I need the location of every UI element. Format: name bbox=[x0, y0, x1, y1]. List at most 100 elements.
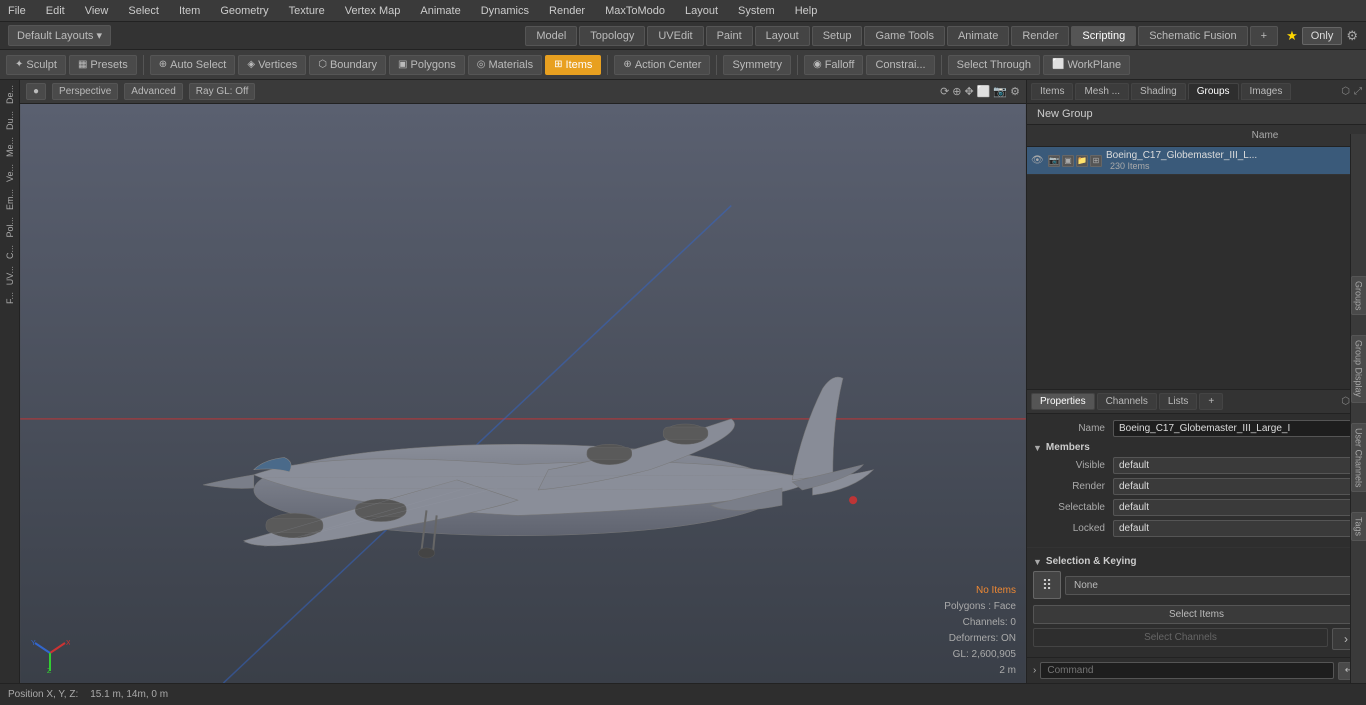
none-button[interactable]: None bbox=[1065, 576, 1360, 595]
menu-select[interactable]: Select bbox=[124, 5, 163, 17]
left-tool-uv[interactable]: UV... bbox=[4, 263, 16, 288]
menu-maxtomodo[interactable]: MaxToModo bbox=[601, 5, 669, 17]
constraints-button[interactable]: Constrai... bbox=[866, 55, 934, 75]
locked-dropdown[interactable]: default ▾ bbox=[1113, 520, 1360, 537]
sel-keying-toggle[interactable]: ▼ bbox=[1033, 557, 1042, 567]
falloff-button[interactable]: ◉ Falloff bbox=[804, 55, 864, 75]
tab-scripting[interactable]: Scripting bbox=[1071, 26, 1136, 46]
menu-bar: File Edit View Select Item Geometry Text… bbox=[0, 0, 1366, 22]
action-center-button[interactable]: ⊕ Action Center bbox=[614, 55, 710, 75]
materials-button[interactable]: ◎ Materials bbox=[468, 55, 542, 75]
tab-animate[interactable]: Animate bbox=[947, 26, 1009, 46]
viewport-mode-dot[interactable]: ● bbox=[26, 83, 46, 100]
left-tool-de[interactable]: De... bbox=[4, 82, 16, 107]
tab-game-tools[interactable]: Game Tools bbox=[864, 26, 945, 46]
tab-model[interactable]: Model bbox=[525, 26, 577, 46]
tab-schematic-fusion[interactable]: Schematic Fusion bbox=[1138, 26, 1247, 46]
viewport-icon-frame[interactable]: ⬜ bbox=[977, 85, 991, 98]
viewport-ray-gl[interactable]: Ray GL: Off bbox=[189, 83, 256, 100]
default-layouts-dropdown[interactable]: Default Layouts ▾ bbox=[8, 25, 111, 46]
tab-images[interactable]: Images bbox=[1241, 83, 1292, 100]
tab-mesh[interactable]: Mesh ... bbox=[1075, 83, 1129, 100]
left-tool-me[interactable]: Me... bbox=[4, 134, 16, 160]
tab-topology[interactable]: Topology bbox=[579, 26, 645, 46]
viewport-icon-settings[interactable]: ⚙ bbox=[1010, 85, 1020, 98]
viewport-icon-zoom[interactable]: ⊕ bbox=[952, 85, 961, 98]
items-button[interactable]: ⊞ Items bbox=[545, 55, 601, 75]
viewport-icon-camera[interactable]: 📷 bbox=[993, 85, 1007, 98]
keying-grid-icon[interactable]: ⠿ bbox=[1033, 571, 1061, 599]
left-tool-du[interactable]: Du... bbox=[4, 108, 16, 133]
left-tool-ve[interactable]: Ve... bbox=[4, 161, 16, 185]
polygons-button[interactable]: ▣ Polygons bbox=[389, 55, 465, 75]
render-dropdown[interactable]: default ▾ bbox=[1113, 478, 1360, 495]
boundary-button[interactable]: ⬡ Boundary bbox=[309, 55, 386, 75]
tab-layout[interactable]: Layout bbox=[755, 26, 810, 46]
tab-paint[interactable]: Paint bbox=[706, 26, 753, 46]
only-button[interactable]: Only bbox=[1302, 27, 1343, 45]
selectable-dropdown[interactable]: default ▾ bbox=[1113, 499, 1360, 516]
star-button[interactable]: ★ bbox=[1286, 28, 1298, 44]
menu-help[interactable]: Help bbox=[791, 5, 822, 17]
viewport-icon-rotate[interactable]: ⟳ bbox=[940, 85, 949, 98]
tab-channels[interactable]: Channels bbox=[1097, 393, 1157, 410]
presets-button[interactable]: ▦ Presets bbox=[69, 55, 137, 75]
tab-properties[interactable]: Properties bbox=[1031, 393, 1095, 410]
select-through-button[interactable]: Select Through bbox=[948, 55, 1040, 75]
menu-file[interactable]: File bbox=[4, 5, 30, 17]
tab-shading[interactable]: Shading bbox=[1131, 83, 1186, 100]
group-item-icons: 📷 ▣ 📁 ⊞ bbox=[1048, 155, 1102, 167]
menu-render[interactable]: Render bbox=[545, 5, 589, 17]
new-group-button[interactable]: New Group bbox=[1027, 104, 1366, 125]
viewport[interactable]: ● Perspective Advanced Ray GL: Off ⟳ ⊕ ✥… bbox=[20, 80, 1026, 683]
tab-render[interactable]: Render bbox=[1011, 26, 1069, 46]
viewport-canvas[interactable]: No Items Polygons : Face Channels: 0 Def… bbox=[20, 104, 1026, 683]
vertical-group-display-label[interactable]: Group Display bbox=[1351, 335, 1366, 402]
fullscreen-icon[interactable]: ⤢ bbox=[1354, 86, 1362, 97]
vertical-groups-label[interactable]: Groups bbox=[1351, 276, 1366, 316]
menu-dynamics[interactable]: Dynamics bbox=[477, 5, 533, 17]
menu-vertex-map[interactable]: Vertex Map bbox=[341, 5, 405, 17]
group-item[interactable]: 👁 📷 ▣ 📁 ⊞ Boeing_C17_Globemaster_III_L..… bbox=[1027, 147, 1366, 175]
left-tool-c[interactable]: C... bbox=[4, 242, 16, 262]
menu-texture[interactable]: Texture bbox=[285, 5, 329, 17]
viewport-icon-pan[interactable]: ✥ bbox=[965, 85, 974, 98]
props-expand-icon[interactable]: ⬡ bbox=[1341, 396, 1350, 407]
tab-setup[interactable]: Setup bbox=[812, 26, 863, 46]
tab-add[interactable]: + bbox=[1250, 26, 1278, 46]
workplane-button[interactable]: ⬜ WorkPlane bbox=[1043, 55, 1130, 75]
tab-groups[interactable]: Groups bbox=[1188, 83, 1239, 100]
menu-view[interactable]: View bbox=[81, 5, 113, 17]
tab-lists[interactable]: Lists bbox=[1159, 393, 1198, 410]
symmetry-button[interactable]: Symmetry bbox=[723, 55, 791, 75]
left-tool-pol[interactable]: Pol... bbox=[4, 214, 16, 241]
menu-system[interactable]: System bbox=[734, 5, 779, 17]
menu-animate[interactable]: Animate bbox=[416, 5, 464, 17]
select-items-button[interactable]: Select Items bbox=[1033, 605, 1360, 624]
command-toggle[interactable]: › bbox=[1033, 665, 1036, 676]
auto-select-button[interactable]: ⊕ Auto Select bbox=[150, 55, 236, 75]
command-bar: › ↵ bbox=[1027, 657, 1366, 683]
group-eye-icon[interactable]: 👁 bbox=[1031, 155, 1045, 166]
expand-icon[interactable]: ⬡ bbox=[1341, 86, 1350, 97]
left-tool-em[interactable]: Em... bbox=[4, 186, 16, 213]
viewport-advanced[interactable]: Advanced bbox=[124, 83, 182, 100]
vertical-user-channels-label[interactable]: User Channels bbox=[1351, 423, 1366, 493]
vertices-button[interactable]: ◈ Vertices bbox=[238, 55, 306, 75]
name-input[interactable] bbox=[1113, 420, 1360, 437]
menu-layout[interactable]: Layout bbox=[681, 5, 722, 17]
visible-dropdown[interactable]: default ▾ bbox=[1113, 457, 1360, 474]
tab-add-prop[interactable]: + bbox=[1199, 393, 1223, 410]
vertical-tags-label[interactable]: Tags bbox=[1351, 512, 1366, 541]
tab-items[interactable]: Items bbox=[1031, 83, 1073, 100]
menu-item[interactable]: Item bbox=[175, 5, 204, 17]
menu-geometry[interactable]: Geometry bbox=[216, 5, 272, 17]
menu-edit[interactable]: Edit bbox=[42, 5, 69, 17]
sculpt-button[interactable]: ✦ Sculpt bbox=[6, 55, 66, 75]
tab-uvedit[interactable]: UVEdit bbox=[647, 26, 703, 46]
members-toggle[interactable]: ▼ bbox=[1033, 443, 1042, 453]
command-input[interactable] bbox=[1040, 662, 1334, 679]
gear-icon[interactable]: ⚙ bbox=[1346, 28, 1358, 44]
viewport-perspective[interactable]: Perspective bbox=[52, 83, 118, 100]
left-tool-f[interactable]: F... bbox=[4, 289, 16, 307]
